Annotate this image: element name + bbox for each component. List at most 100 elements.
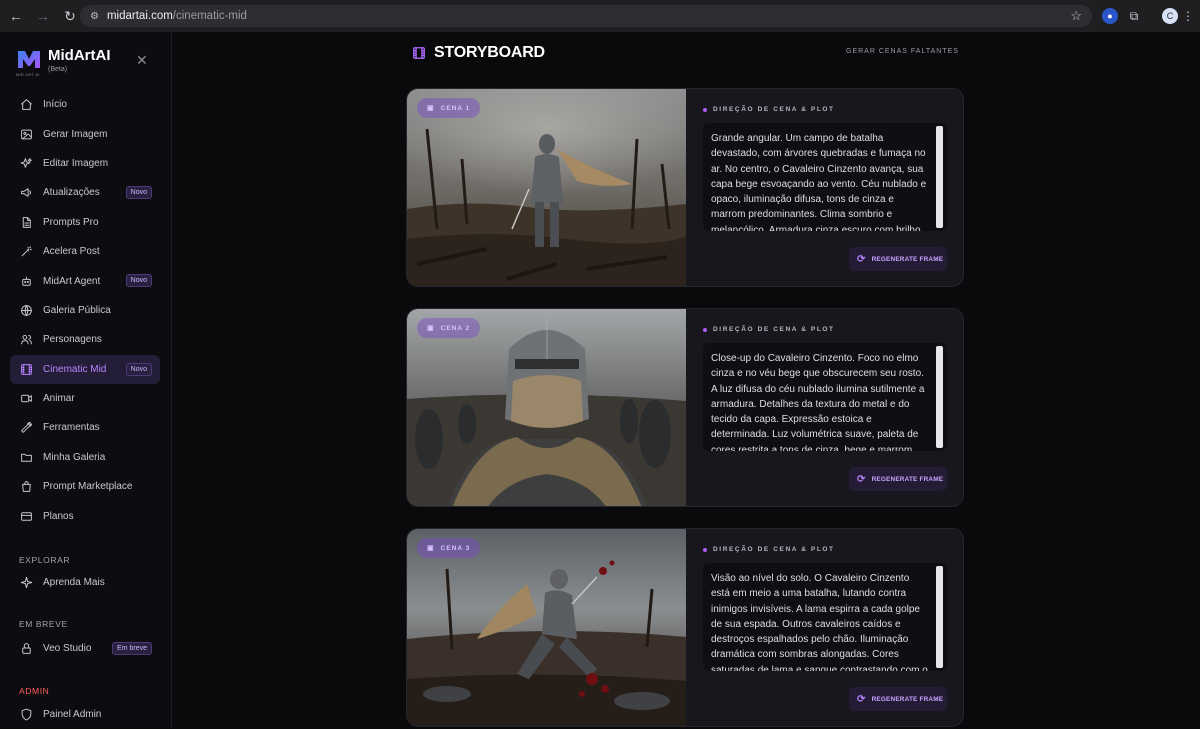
app-root: MidArtAI (Beta) MID ART AI ✕ Início Gerar… xyxy=(0,32,1200,728)
video-icon xyxy=(18,391,34,407)
description-scrollbar[interactable] xyxy=(936,126,943,228)
more-menu-icon[interactable]: ⋮ xyxy=(1180,8,1196,24)
url-host: midartai.com xyxy=(106,10,173,22)
film-icon: ▣ xyxy=(427,545,435,552)
sidebar-item-cinematic-mid[interactable]: Cinematic Mid Novo xyxy=(10,354,160,384)
sidebar-item-label: MidArt Agent xyxy=(43,275,101,287)
sidebar-item-animar[interactable]: Animar xyxy=(10,384,160,413)
reload-icon[interactable]: ↻ xyxy=(59,5,81,27)
scene-image[interactable] xyxy=(407,89,686,286)
sidebar-item-planos[interactable]: Planos xyxy=(10,501,160,530)
sidebar-item-prompts-pro[interactable]: Prompts Pro xyxy=(10,208,160,237)
sidebar-item-personagens[interactable]: Personagens xyxy=(10,325,160,354)
panel-heading: DIREÇÃO DE CENA & PLOT xyxy=(703,546,835,553)
description-scrollbar[interactable] xyxy=(936,566,943,668)
scene-direction-panel: DIREÇÃO DE CENA & PLOT Grande angular. U… xyxy=(686,89,963,286)
globe-icon xyxy=(18,302,34,318)
sidebar-item-prompt-marketplace[interactable]: Prompt Marketplace xyxy=(10,472,160,501)
sidebar-item-aprenda-mais[interactable]: Aprenda Mais xyxy=(10,568,160,597)
megaphone-icon xyxy=(18,185,34,201)
sidebar-item-minha-galeria[interactable]: Minha Galeria xyxy=(10,443,160,472)
brand-tiny-label: MID ART AI xyxy=(16,72,40,77)
brand[interactable]: MidArtAI (Beta) MID ART AI xyxy=(16,48,111,78)
users-icon xyxy=(18,332,34,348)
lock-icon xyxy=(18,641,34,657)
robot-icon xyxy=(18,273,34,289)
sidebar-item-label: Personagens xyxy=(43,334,102,346)
back-arrow-icon[interactable]: ← xyxy=(5,5,27,27)
credit-card-icon xyxy=(18,508,34,524)
refresh-icon: ⟳ xyxy=(857,473,866,485)
close-sidebar-icon[interactable]: ✕ xyxy=(136,52,148,69)
main-content: STORYBOARD GERAR CENAS FALTANTES ▣ CENA … xyxy=(172,32,1200,728)
sidebar-item-label: Planos xyxy=(43,510,74,522)
sparkles-icon xyxy=(18,155,34,171)
coming-soon-badge: Em breve xyxy=(112,642,152,655)
new-badge: Novo xyxy=(125,186,152,200)
new-badge: Novo xyxy=(125,362,152,376)
wrench-icon xyxy=(18,420,34,436)
sidebar-item-inicio[interactable]: Início xyxy=(10,90,160,119)
scene-description-textarea[interactable]: Visão ao nível do solo. O Cavaleiro Cinz… xyxy=(703,563,947,671)
regenerate-frame-button[interactable]: ⟳ REGENERATE FRAME xyxy=(849,467,947,491)
explore-menu: Aprenda Mais xyxy=(10,568,160,597)
sidebar-item-label: Atualizações xyxy=(43,187,100,199)
refresh-icon: ⟳ xyxy=(857,253,866,265)
sidebar-item-acelera-post[interactable]: Acelera Post xyxy=(10,237,160,266)
sidebar-item-editar-imagem[interactable]: Editar Imagem xyxy=(10,149,160,178)
url-path: /cinematic-mid xyxy=(172,10,247,22)
regenerate-frame-button[interactable]: ⟳ REGENERATE FRAME xyxy=(849,247,947,271)
scene-direction-panel: DIREÇÃO DE CENA & PLOT Visão ao nível do… xyxy=(686,529,963,726)
extension-icon[interactable]: ● xyxy=(1102,8,1118,24)
site-settings-icon[interactable]: ⚙ xyxy=(90,11,99,22)
generate-missing-scenes-button[interactable]: GERAR CENAS FALTANTES xyxy=(846,48,959,55)
sidebar-item-label: Acelera Post xyxy=(43,246,100,258)
status-dot xyxy=(703,547,707,552)
sidebar-item-veo-studio[interactable]: Veo Studio Em breve xyxy=(10,634,160,663)
sidebar-item-label: Aprenda Mais xyxy=(43,577,105,589)
sidebar-item-label: Início xyxy=(43,99,67,111)
panel-heading: DIREÇÃO DE CENA & PLOT xyxy=(703,326,835,333)
sidebar-item-ferramentas[interactable]: Ferramentas xyxy=(10,413,160,442)
sidebar-item-label: Painel Admin xyxy=(43,709,102,721)
film-icon xyxy=(18,361,34,377)
soon-menu: Veo Studio Em breve xyxy=(10,634,160,663)
scene-image[interactable] xyxy=(407,309,686,506)
image-icon xyxy=(18,126,34,142)
sidebar-item-gerar-imagem[interactable]: Gerar Imagem xyxy=(10,119,160,148)
scene-direction-panel: DIREÇÃO DE CENA & PLOT Close-up do Caval… xyxy=(686,309,963,506)
scene-description-textarea[interactable]: Close-up do Cavaleiro Cinzento. Foco no … xyxy=(703,343,947,451)
profile-avatar[interactable]: C xyxy=(1162,8,1178,24)
sidebar-item-galeria-publica[interactable]: Galeria Pública xyxy=(10,296,160,325)
browser-toolbar: ← → ↻ ⚙ midartai.com/cinematic-mid ☆ ● ⧉… xyxy=(0,0,1200,32)
sidebar-item-painel-admin[interactable]: Painel Admin xyxy=(10,700,160,729)
page-title: STORYBOARD xyxy=(412,44,545,62)
extensions-puzzle-icon[interactable]: ⧉ xyxy=(1126,8,1142,24)
sidebar-item-atualizacoes[interactable]: Atualizações Novo xyxy=(10,178,160,207)
shopping-bag-icon xyxy=(18,479,34,495)
bookmark-star-icon[interactable]: ☆ xyxy=(1070,8,1082,24)
sparkle-icon xyxy=(18,575,34,591)
regenerate-frame-button[interactable]: ⟳ REGENERATE FRAME xyxy=(849,687,947,711)
film-icon xyxy=(412,46,426,60)
film-icon: ▣ xyxy=(427,105,435,112)
admin-menu: Painel Admin xyxy=(10,700,160,729)
address-bar[interactable]: ⚙ midartai.com/cinematic-mid ☆ xyxy=(80,5,1092,27)
scene-card: ▣ CENA 3 DIREÇÃO DE CENA & PLOT Visão ao … xyxy=(406,528,964,727)
panel-heading: DIREÇÃO DE CENA & PLOT xyxy=(703,106,835,113)
sidebar-item-midart-agent[interactable]: MidArt Agent Novo xyxy=(10,266,160,295)
scene-tag: ▣ CENA 2 xyxy=(417,318,481,338)
scene-description-textarea[interactable]: Grande angular. Um campo de batalha deva… xyxy=(703,123,947,231)
film-icon: ▣ xyxy=(427,325,435,332)
sidebar-item-label: Prompts Pro xyxy=(43,216,99,228)
sidebar-item-label: Editar Imagem xyxy=(43,157,109,169)
sidebar-item-label: Gerar Imagem xyxy=(43,128,108,140)
status-dot xyxy=(703,327,707,332)
new-badge: Novo xyxy=(125,274,152,288)
description-scrollbar[interactable] xyxy=(936,346,943,448)
scene-tag: ▣ CENA 3 xyxy=(417,538,481,558)
soon-section-label: EM BREVE xyxy=(19,619,68,629)
scene-image[interactable] xyxy=(407,529,686,726)
forward-arrow-icon[interactable]: → xyxy=(32,5,54,27)
sidebar-item-label: Ferramentas xyxy=(43,422,100,434)
